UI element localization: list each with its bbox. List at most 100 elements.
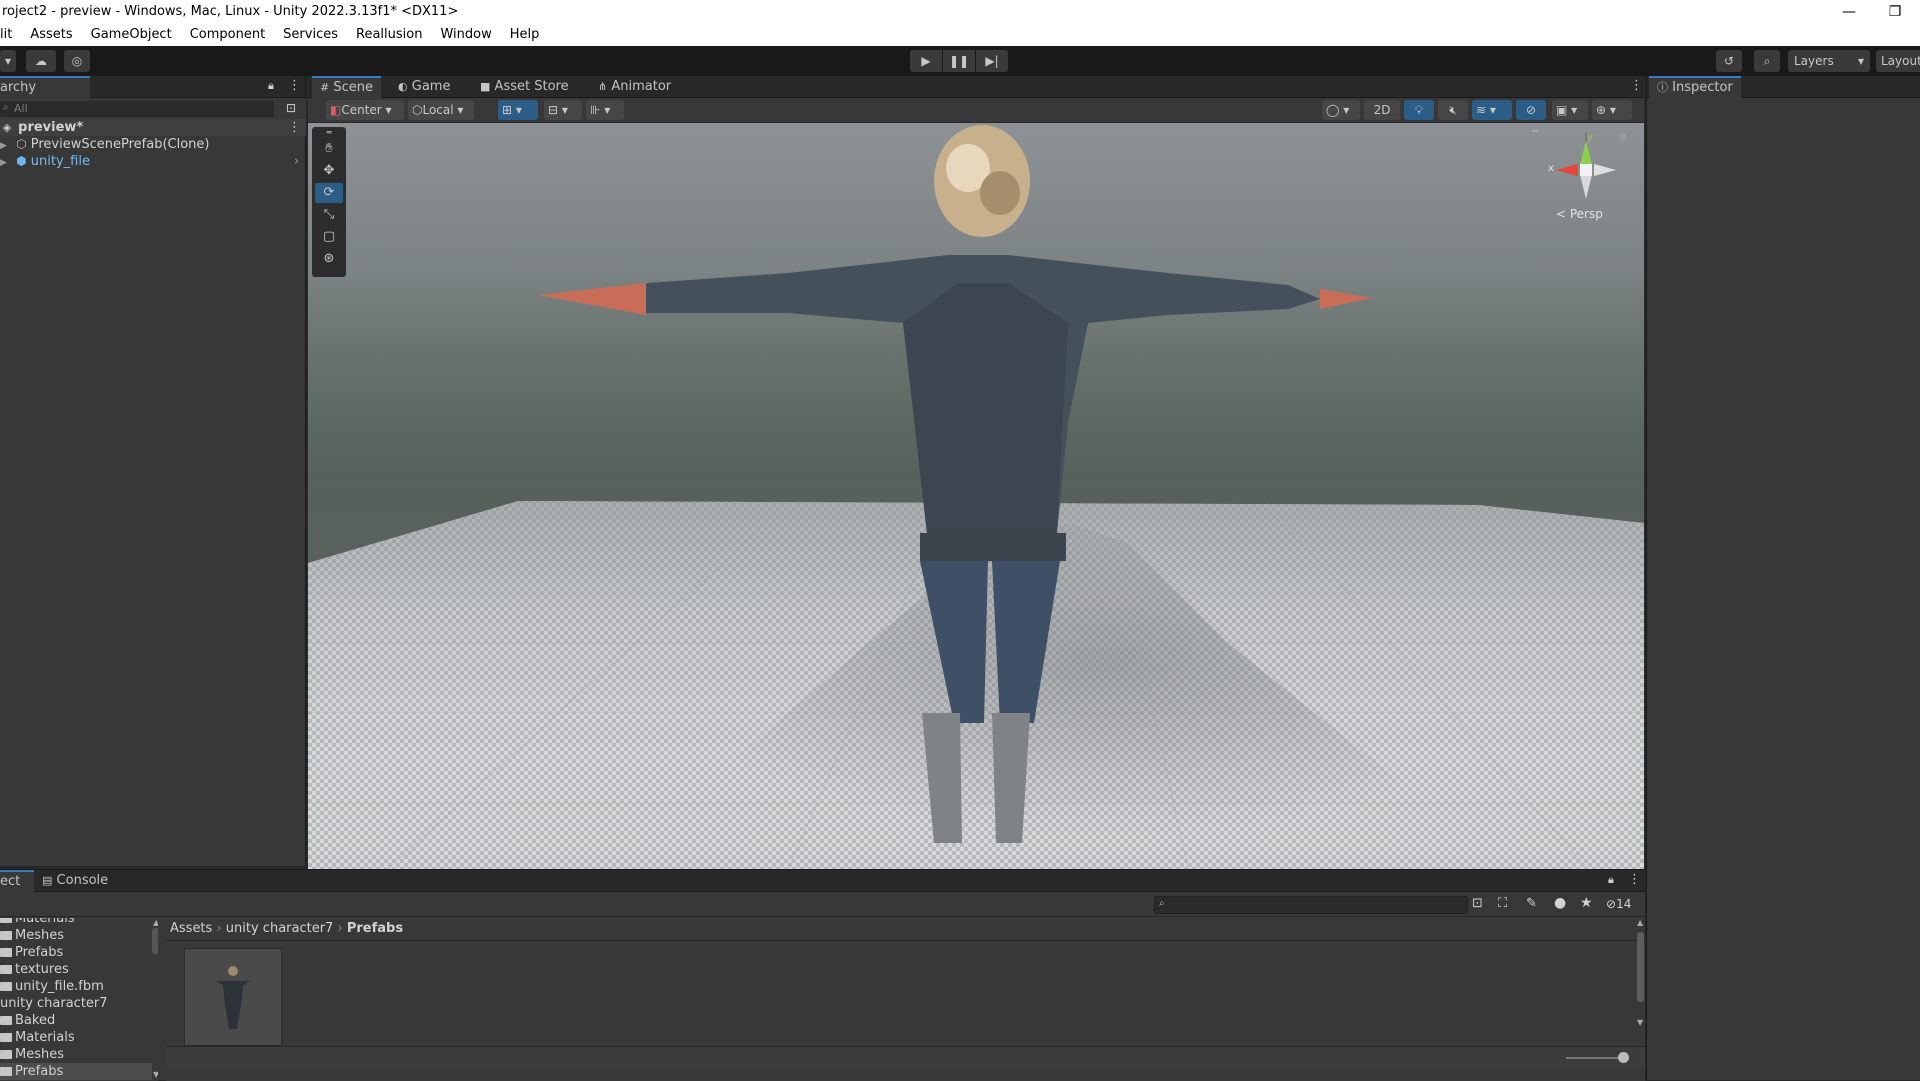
- collab-icon[interactable]: ◎: [64, 50, 90, 72]
- rect-tool-icon[interactable]: ▢: [315, 227, 343, 247]
- lock-icon[interactable]: 🔒︎: [1608, 873, 1614, 887]
- scene-more-icon[interactable]: ⋮: [288, 119, 301, 136]
- thumbnail-size-slider-thumb[interactable]: [1618, 1052, 1629, 1063]
- search-icon[interactable]: ⌕: [1754, 50, 1780, 72]
- folder-item[interactable]: unity_file.fbm: [0, 978, 104, 995]
- tab-inspector[interactable]: ⓘ Inspector: [1649, 76, 1741, 98]
- favorite-star-icon[interactable]: ★: [1580, 895, 1593, 911]
- camera-dropdown[interactable]: ▣ ▾: [1552, 100, 1588, 120]
- lock-icon[interactable]: 🔒︎: [268, 79, 274, 93]
- search-icon: ⌕: [1159, 898, 1165, 909]
- tab-asset-store[interactable]: ■ Asset Store: [472, 76, 577, 98]
- layers-dropdown[interactable]: Layers ▾: [1788, 50, 1870, 72]
- menu-help[interactable]: Help: [501, 24, 549, 46]
- more-options-icon[interactable]: ⋮: [1628, 872, 1641, 887]
- gizmos-dropdown[interactable]: ⊕ ▾: [1592, 100, 1632, 120]
- tab-game[interactable]: ◐ Game: [390, 76, 458, 98]
- history-icon[interactable]: ↺: [1716, 50, 1742, 72]
- tab-animator[interactable]: ⋔ Animator: [590, 76, 679, 98]
- search-by-type-icon[interactable]: ⊡: [1472, 896, 1483, 911]
- folder-item[interactable]: textures: [0, 961, 69, 978]
- hand-tool-icon[interactable]: ✋︎: [315, 139, 343, 159]
- breadcrumb-item[interactable]: unity character7: [226, 921, 334, 936]
- expand-arrow-icon[interactable]: ▶: [0, 155, 12, 172]
- more-options-icon[interactable]: ⋮: [1630, 78, 1643, 93]
- menu-assets[interactable]: Assets: [21, 24, 81, 46]
- restore-button[interactable]: ❐: [1872, 0, 1918, 24]
- rotate-tool-icon[interactable]: ⟳: [315, 183, 343, 203]
- scroll-up-icon[interactable]: ▲: [1637, 918, 1643, 927]
- pivot-dropdown[interactable]: ◧Center ▾: [326, 100, 404, 120]
- alert-icon[interactable]: ●: [1554, 895, 1566, 911]
- tree-scrollbar[interactable]: [152, 928, 158, 954]
- hidden-packages-toggle[interactable]: ⊘14: [1606, 897, 1631, 911]
- scene-row[interactable]: ◈ preview* ⋮: [0, 119, 306, 136]
- breadcrumb-item[interactable]: Assets: [170, 921, 212, 936]
- effects-dropdown[interactable]: ≋ ▾: [1472, 100, 1512, 120]
- orientation-gizmo[interactable]: y x < Persp: [1536, 127, 1636, 223]
- hierarchy-search-input[interactable]: All: [0, 101, 274, 117]
- scroll-thumb[interactable]: [1637, 932, 1644, 1002]
- 2d-toggle[interactable]: 2D: [1364, 100, 1400, 120]
- grid-snap-button[interactable]: ⊞ ▾: [498, 100, 538, 120]
- transform-tool-icon[interactable]: ⊛: [315, 249, 343, 269]
- menu-gameobject[interactable]: GameObject: [82, 24, 181, 46]
- menu-component[interactable]: Component: [181, 24, 274, 46]
- tab-project[interactable]: ect: [0, 870, 34, 892]
- draw-mode-dropdown[interactable]: ◯ ▾: [1322, 100, 1360, 120]
- folder-label: Materials: [15, 1030, 75, 1045]
- move-tool-icon[interactable]: ✥: [315, 161, 343, 181]
- grid-snapping-button[interactable]: ⊟ ▾: [544, 100, 582, 120]
- hierarchy-item[interactable]: ▶ ⬢ unity_file ›: [0, 153, 306, 170]
- layout-dropdown[interactable]: Layout: [1876, 50, 1920, 72]
- space-dropdown[interactable]: ⬡Local ▾: [408, 100, 474, 120]
- asset-scrollbar[interactable]: ▲ ▼: [1636, 918, 1645, 1044]
- tab-scene[interactable]: # Scene: [312, 76, 381, 98]
- drag-handle-icon[interactable]: ═: [1532, 127, 1537, 137]
- menu-edit[interactable]: lit: [0, 24, 21, 46]
- minimize-button[interactable]: —: [1826, 0, 1872, 24]
- folder-item[interactable]: unity character7: [0, 995, 108, 1012]
- gizmo-globe-icon: ⊕: [1596, 103, 1607, 117]
- folder-item[interactable]: Meshes: [0, 927, 64, 944]
- play-button[interactable]: ▶: [910, 50, 942, 72]
- scale-tool-icon[interactable]: ⤡: [315, 205, 343, 225]
- increment-snap-button[interactable]: ⊪ ▾: [586, 100, 624, 120]
- search-by-label-icon[interactable]: ⛶: [1498, 896, 1507, 911]
- lighting-toggle[interactable]: 💡︎: [1404, 100, 1434, 120]
- prefab-thumbnail[interactable]: [184, 948, 282, 1046]
- scene-visibility-toggle[interactable]: ⊘: [1516, 100, 1546, 120]
- tab-hierarchy[interactable]: archy: [0, 76, 90, 98]
- tag-icon[interactable]: ✎: [1526, 896, 1537, 911]
- hierarchy-item[interactable]: ▶ ⬡ PreviewScenePrefab(Clone): [0, 136, 210, 153]
- audio-toggle[interactable]: 🔇︎: [1438, 100, 1468, 120]
- folder-item[interactable]: Meshes: [0, 1046, 64, 1063]
- step-button[interactable]: ▶|: [976, 50, 1008, 72]
- chevron-right-icon[interactable]: ›: [294, 153, 299, 170]
- project-search-input[interactable]: ⌕: [1154, 896, 1468, 914]
- menu-window[interactable]: Window: [431, 24, 500, 46]
- scene-toolbar: ◧Center ▾ ⬡Local ▾ ⊞ ▾ ⊟ ▾ ⊪ ▾ ◯ ▾ 2D 💡︎…: [308, 98, 1644, 122]
- drag-handle-icon[interactable]: ═: [315, 129, 343, 137]
- folder-item-selected[interactable]: Prefabs: [0, 1063, 152, 1080]
- breadcrumb-current[interactable]: Prefabs: [347, 921, 403, 936]
- folder-item[interactable]: Materials: [0, 918, 75, 927]
- tab-game-label: Game: [411, 79, 451, 94]
- more-options-icon[interactable]: ⋮: [288, 78, 301, 93]
- menu-services[interactable]: Services: [274, 24, 347, 46]
- thumbnail-size-slider-track[interactable]: [1566, 1057, 1624, 1059]
- pause-button[interactable]: ❚❚: [943, 50, 975, 72]
- projection-label[interactable]: < Persp: [1556, 207, 1603, 221]
- scroll-up-icon[interactable]: ▲: [153, 918, 158, 927]
- tab-console[interactable]: ▤ Console: [34, 870, 116, 892]
- scroll-down-icon[interactable]: ▼: [153, 1070, 158, 1079]
- menu-reallusion[interactable]: Reallusion: [347, 24, 431, 46]
- cloud-icon[interactable]: ☁: [26, 50, 56, 72]
- folder-item[interactable]: Materials: [0, 1029, 75, 1046]
- scene-viewport[interactable]: ═ ✋︎ ✥ ⟳ ⤡ ▢ ⊛ y x < Persp ═: [308, 123, 1644, 869]
- scroll-down-icon[interactable]: ▼: [1637, 1018, 1643, 1027]
- filter-icon[interactable]: ⊡: [286, 101, 296, 115]
- folder-item[interactable]: Prefabs: [0, 944, 63, 961]
- folder-item[interactable]: Baked: [0, 1012, 55, 1029]
- account-dropdown[interactable]: ▾: [0, 50, 16, 72]
